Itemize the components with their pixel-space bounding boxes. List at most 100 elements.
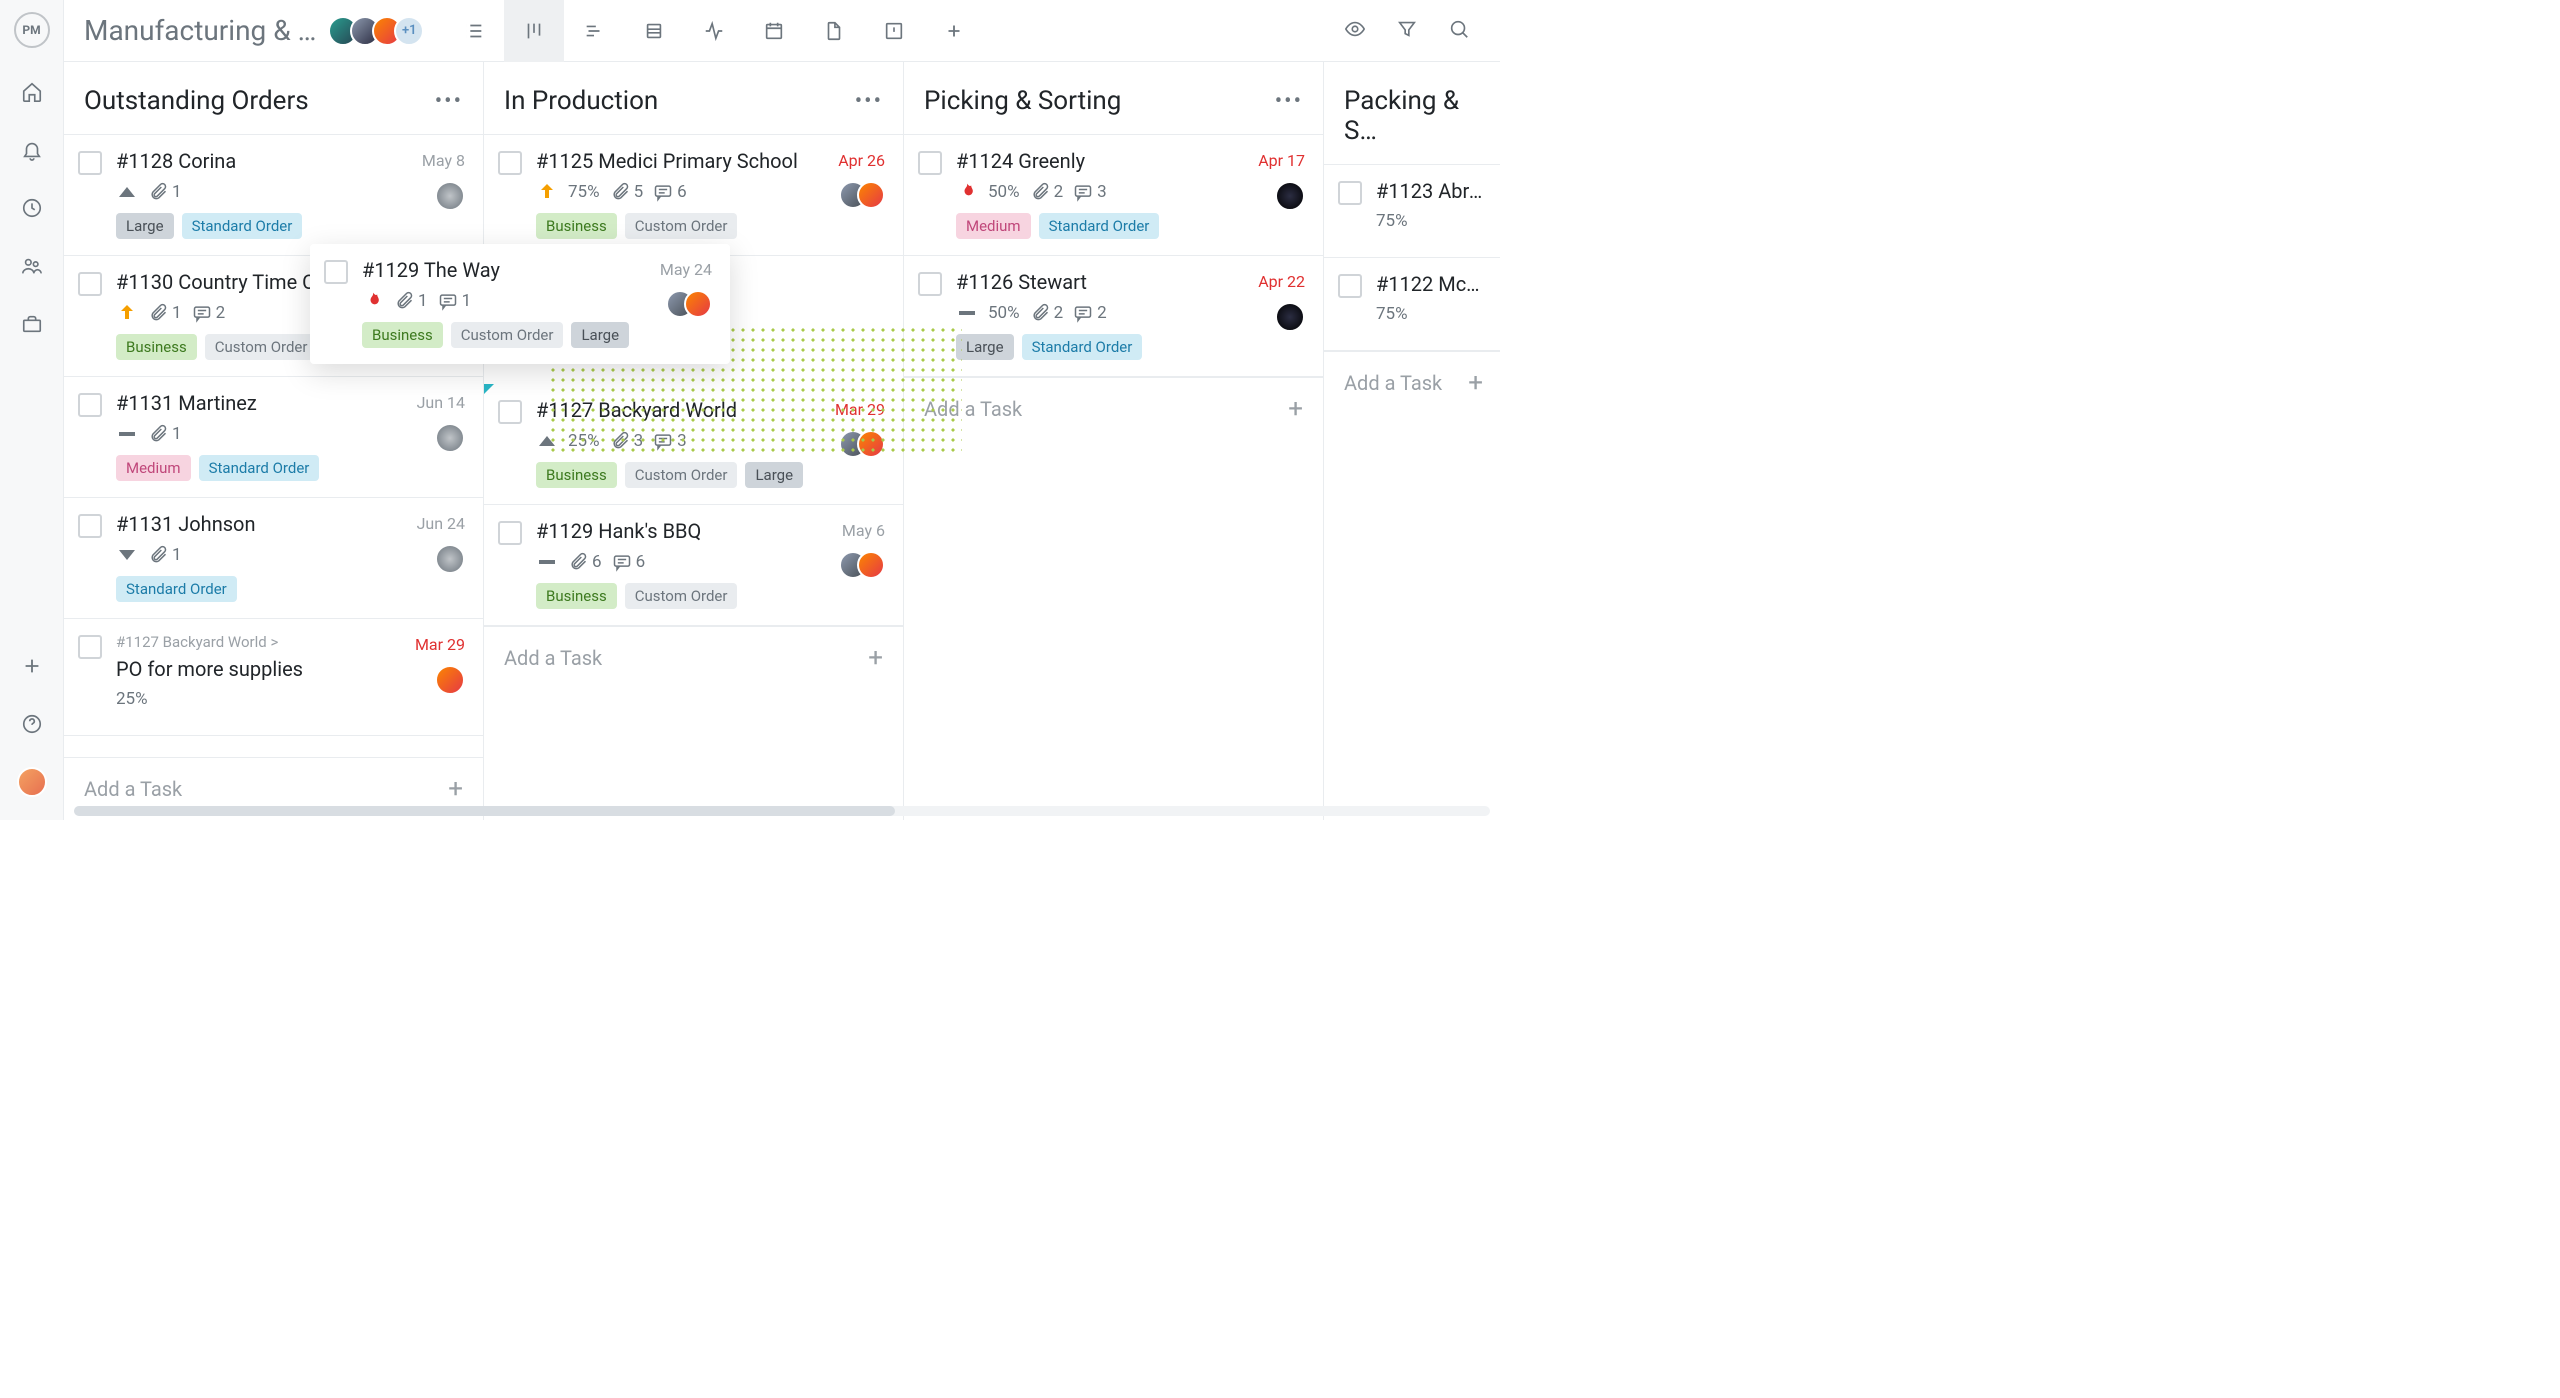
clock-icon[interactable] [12, 188, 52, 228]
task-date: May 24 [660, 260, 712, 279]
tag: Standard Order [182, 213, 303, 239]
filter-icon[interactable] [1396, 18, 1418, 44]
task-checkbox[interactable] [78, 514, 102, 538]
tag: Business [536, 583, 617, 609]
avatar-overflow[interactable]: +1 [394, 16, 424, 46]
task-assignee [1275, 181, 1305, 211]
bell-icon[interactable] [12, 130, 52, 170]
task-checkbox[interactable] [498, 400, 522, 424]
plus-icon: + [448, 774, 463, 804]
task-checkbox[interactable] [918, 272, 942, 296]
task-card[interactable]: #1131 Johnson1Standard OrderJun 24 [64, 498, 483, 619]
comments: 3 [1073, 182, 1107, 202]
table-view-icon[interactable] [624, 0, 684, 62]
gantt-view-icon[interactable] [564, 0, 624, 62]
help-icon[interactable] [12, 704, 52, 744]
task-card[interactable]: #1126 Stewart50%22LargeStandard OrderApr… [904, 256, 1323, 377]
task-title: #1123 Abram… [1376, 179, 1485, 203]
search-icon[interactable] [1448, 18, 1470, 44]
add-task-button[interactable]: Add a Task+ [484, 626, 903, 689]
project-avatars[interactable]: +1 [336, 16, 424, 46]
progress: 50% [988, 182, 1020, 202]
people-icon[interactable] [12, 246, 52, 286]
tag: Large [745, 462, 803, 488]
task-checkbox[interactable] [498, 521, 522, 545]
task-checkbox[interactable] [498, 151, 522, 175]
card-flag-icon [484, 384, 494, 394]
task-card[interactable]: #1125 Medici Primary School75%56Business… [484, 135, 903, 256]
activity-view-icon[interactable] [684, 0, 744, 62]
attachments: 2 [1030, 303, 1064, 323]
tag: Standard Order [116, 576, 237, 602]
board-view-icon[interactable] [504, 0, 564, 62]
task-checkbox[interactable] [1338, 274, 1362, 298]
horizontal-scrollbar[interactable] [74, 806, 1490, 816]
calendar-view-icon[interactable] [744, 0, 804, 62]
add-task-button[interactable]: Add a Task+ [1324, 351, 1500, 414]
plus-icon[interactable] [12, 646, 52, 686]
attachments: 1 [148, 303, 182, 323]
tag: Custom Order [205, 334, 318, 360]
priority-icon [116, 302, 138, 324]
progress: 75% [1376, 211, 1408, 231]
priority-icon [116, 544, 138, 566]
app-logo[interactable]: PM [14, 12, 50, 48]
plus-icon: + [1468, 368, 1483, 398]
comments: 2 [1073, 303, 1107, 323]
column-menu-icon[interactable]: ••• [435, 89, 463, 114]
task-assignees [676, 290, 712, 318]
task-card[interactable]: #1122 McDo…75% [1324, 258, 1500, 351]
left-sidebar: PM [0, 0, 64, 820]
column-title: Picking & Sorting [924, 86, 1121, 116]
task-date: May 8 [422, 151, 465, 170]
task-card[interactable]: #1124 Greenly50%23MediumStandard OrderAp… [904, 135, 1323, 256]
task-card[interactable]: #1128 Corina1LargeStandard OrderMay 8 [64, 135, 483, 256]
add-view-icon[interactable] [924, 0, 984, 62]
task-assignees [849, 551, 885, 579]
tag: Large [116, 213, 174, 239]
list-view-icon[interactable] [444, 0, 504, 62]
tag: Business [536, 213, 617, 239]
task-checkbox[interactable] [918, 151, 942, 175]
task-card[interactable]: #1129 Hank's BBQ66BusinessCustom OrderMa… [484, 505, 903, 626]
column-title: In Production [504, 86, 658, 116]
task-assignee [1275, 302, 1305, 332]
tag: Medium [956, 213, 1031, 239]
task-date: Mar 29 [415, 635, 465, 654]
task-date: Apr 26 [838, 151, 885, 170]
file-view-icon[interactable] [804, 0, 864, 62]
task-checkbox[interactable] [78, 272, 102, 296]
tag: Custom Order [625, 583, 738, 609]
task-card[interactable]: #1123 Abram… 75% [1324, 165, 1500, 258]
user-avatar[interactable] [12, 762, 52, 802]
tag: Large [956, 334, 1014, 360]
risk-view-icon[interactable] [864, 0, 924, 62]
column-menu-icon[interactable]: ••• [1275, 89, 1303, 114]
task-checkbox[interactable] [78, 635, 102, 659]
briefcase-icon[interactable] [12, 304, 52, 344]
task-card[interactable]: #1127 Backyard World >PO for more suppli… [64, 619, 483, 736]
task-checkbox[interactable] [78, 151, 102, 175]
tag: Custom Order [625, 462, 738, 488]
task-date: Apr 22 [1258, 272, 1305, 291]
progress: 75% [568, 182, 600, 202]
attachments: 2 [1030, 182, 1064, 202]
view-tabs [444, 0, 984, 62]
eye-icon[interactable] [1344, 18, 1366, 44]
dragging-card[interactable]: #1129 The Way 1 1 BusinessCustom OrderLa… [310, 244, 730, 364]
attachments: 1 [394, 291, 428, 311]
task-title: #1126 Stewart [956, 270, 1305, 294]
tag: Business [536, 462, 617, 488]
task-title: #1131 Johnson [116, 512, 465, 536]
comments: 6 [653, 182, 687, 202]
home-icon[interactable] [12, 72, 52, 112]
task-card[interactable]: #1131 Martinez1MediumStandard OrderJun 1… [64, 377, 483, 498]
tag: Standard Order [1039, 213, 1160, 239]
tag: Medium [116, 455, 191, 481]
task-checkbox[interactable] [1338, 181, 1362, 205]
task-checkbox[interactable] [78, 393, 102, 417]
task-title: #1122 McDo… [1376, 272, 1485, 296]
add-task-button[interactable]: Add a Task+ [904, 377, 1323, 440]
task-checkbox[interactable] [324, 260, 348, 284]
column-menu-icon[interactable]: ••• [855, 89, 883, 114]
